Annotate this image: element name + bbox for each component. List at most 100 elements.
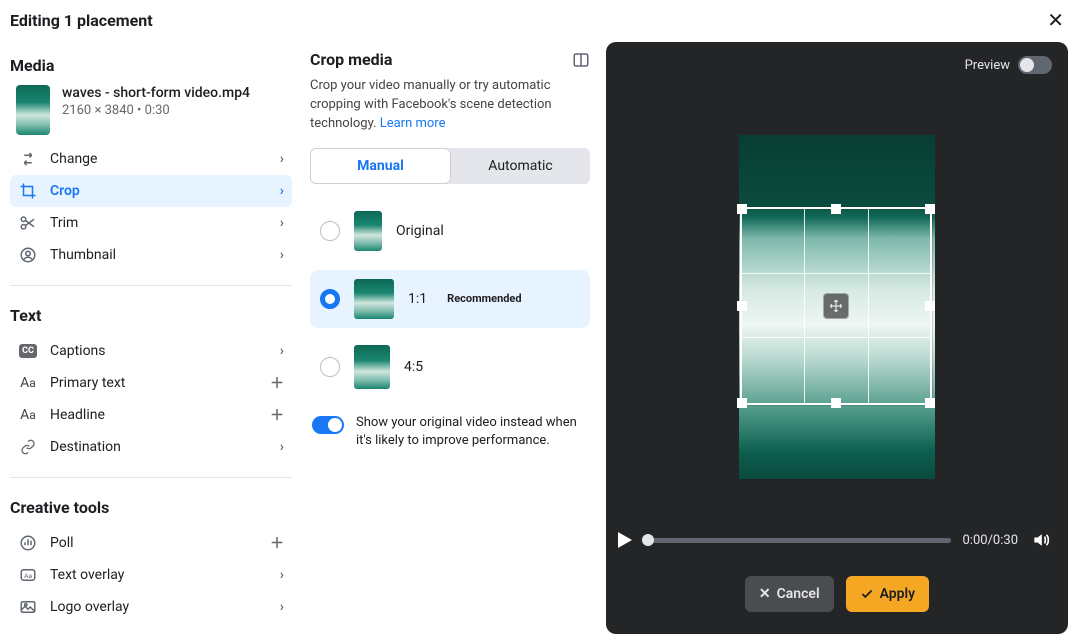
sidebar-item-headline[interactable]: Aa Headline ＋ xyxy=(10,399,292,431)
captions-icon: CC xyxy=(18,341,38,361)
plus-icon: ＋ xyxy=(270,405,284,425)
crop-panel-title: Crop media xyxy=(310,50,392,69)
sidebar-item-captions[interactable]: CC Captions › xyxy=(10,335,292,367)
crop-option-original[interactable]: Original xyxy=(310,202,590,260)
crop-handle-bl[interactable] xyxy=(737,398,747,408)
sidebar-item-poll[interactable]: Poll ＋ xyxy=(10,527,292,559)
crop-handle-tl[interactable] xyxy=(737,204,747,214)
preview-toggle[interactable] xyxy=(1018,56,1052,74)
sidebar-item-label: Change xyxy=(50,151,268,167)
media-file-meta: 2160 × 3840 • 0:30 xyxy=(62,103,250,118)
sidebar-item-text-overlay[interactable]: Aa Text overlay › xyxy=(10,559,292,591)
chevron-right-icon: › xyxy=(280,247,284,263)
sidebar-item-label: Thumbnail xyxy=(50,247,268,263)
crop-icon xyxy=(18,181,38,201)
sidebar-item-label: Destination xyxy=(50,439,268,455)
check-icon xyxy=(860,587,874,601)
crop-option-label: Original xyxy=(396,223,444,239)
left-sidebar: Media waves - short-form video.mp4 2160 … xyxy=(0,36,300,640)
sidebar-item-label: Logo overlay xyxy=(50,599,268,615)
trim-icon xyxy=(18,213,38,233)
volume-icon[interactable] xyxy=(1030,530,1052,550)
link-icon xyxy=(18,437,38,457)
sidebar-item-thumbnail[interactable]: Thumbnail › xyxy=(10,239,292,271)
show-original-toggle[interactable] xyxy=(312,416,344,434)
chevron-right-icon: › xyxy=(280,343,284,359)
crop-option-1-1[interactable]: 1:1 Recommended xyxy=(310,270,590,328)
tab-automatic[interactable]: Automatic xyxy=(451,148,590,184)
chevron-right-icon: › xyxy=(280,599,284,615)
play-icon[interactable] xyxy=(618,532,632,548)
radio-unchecked-icon xyxy=(320,221,340,241)
crop-option-label: 4:5 xyxy=(404,359,423,375)
recommended-badge: Recommended xyxy=(447,292,521,305)
sidebar-item-label: Text overlay xyxy=(50,567,268,583)
crop-mode-tabs: Manual Automatic xyxy=(310,148,590,184)
sidebar-item-change[interactable]: Change › xyxy=(10,143,292,175)
crop-handle-bm[interactable] xyxy=(831,398,841,408)
button-label: Apply xyxy=(880,586,916,602)
crop-region[interactable] xyxy=(740,207,932,405)
crop-option-label: 1:1 xyxy=(408,291,427,307)
chevron-right-icon: › xyxy=(280,151,284,167)
apply-button[interactable]: Apply xyxy=(846,576,930,612)
crop-handle-tm[interactable] xyxy=(831,204,841,214)
divider xyxy=(10,285,292,286)
change-icon xyxy=(18,149,38,169)
sidebar-item-crop[interactable]: Crop › xyxy=(10,175,292,207)
crop-option-4-5[interactable]: 4:5 xyxy=(310,338,590,396)
crop-handle-tr[interactable] xyxy=(925,204,935,214)
video-scrubber[interactable] xyxy=(644,538,951,543)
sidebar-item-destination[interactable]: Destination › xyxy=(10,431,292,463)
sidebar-item-label: Headline xyxy=(50,407,258,423)
poll-icon xyxy=(18,533,38,553)
preview-panel: Preview xyxy=(606,42,1068,634)
media-file-name: waves - short-form video.mp4 xyxy=(62,85,250,101)
show-original-description: Show your original video instead when it… xyxy=(356,414,588,450)
page-title: Editing 1 placement xyxy=(10,11,153,30)
video-timecode: 0:00/0:30 xyxy=(963,533,1019,548)
section-media: Media xyxy=(10,56,292,75)
media-file-info: waves - short-form video.mp4 2160 × 3840… xyxy=(10,85,292,135)
chevron-right-icon: › xyxy=(280,567,284,583)
crop-thumb xyxy=(354,345,390,389)
sidebar-item-trim[interactable]: Trim › xyxy=(10,207,292,239)
crop-handle-rm[interactable] xyxy=(925,301,935,311)
sidebar-item-label: Trim xyxy=(50,215,268,231)
columns-icon[interactable] xyxy=(572,51,590,69)
crop-thumb xyxy=(354,211,382,251)
move-icon[interactable] xyxy=(823,293,849,319)
text-icon: Aa xyxy=(18,405,38,425)
sidebar-item-label: Primary text xyxy=(50,375,258,391)
crop-panel-description: Crop your video manually or try automati… xyxy=(310,77,590,134)
text-overlay-icon: Aa xyxy=(18,565,38,585)
media-thumbnail xyxy=(16,85,50,135)
video-preview[interactable] xyxy=(739,135,935,479)
radio-unchecked-icon xyxy=(320,357,340,377)
crop-handle-br[interactable] xyxy=(925,398,935,408)
button-label: Cancel xyxy=(777,586,820,602)
crop-thumb xyxy=(354,279,394,319)
tab-manual[interactable]: Manual xyxy=(310,148,451,184)
close-icon[interactable]: ✕ xyxy=(1047,10,1064,30)
sidebar-item-primary-text[interactable]: Aa Primary text ＋ xyxy=(10,367,292,399)
crop-handle-lm[interactable] xyxy=(737,301,747,311)
section-creative-tools: Creative tools xyxy=(10,498,292,517)
preview-label: Preview xyxy=(965,58,1010,73)
plus-icon: ＋ xyxy=(270,373,284,393)
learn-more-link[interactable]: Learn more xyxy=(380,116,446,131)
chevron-right-icon: › xyxy=(280,215,284,231)
sidebar-item-label: Poll xyxy=(50,535,258,551)
divider xyxy=(10,477,292,478)
section-text: Text xyxy=(10,306,292,325)
chevron-right-icon: › xyxy=(280,439,284,455)
sidebar-item-label: Captions xyxy=(50,343,268,359)
radio-checked-icon xyxy=(320,289,340,309)
x-icon: ✕ xyxy=(759,586,771,602)
cancel-button[interactable]: ✕ Cancel xyxy=(745,576,834,612)
chevron-right-icon: › xyxy=(280,183,284,199)
plus-icon: ＋ xyxy=(270,533,284,553)
sidebar-item-logo-overlay[interactable]: Logo overlay › xyxy=(10,591,292,623)
text-icon: Aa xyxy=(18,373,38,393)
svg-text:Aa: Aa xyxy=(24,572,32,580)
